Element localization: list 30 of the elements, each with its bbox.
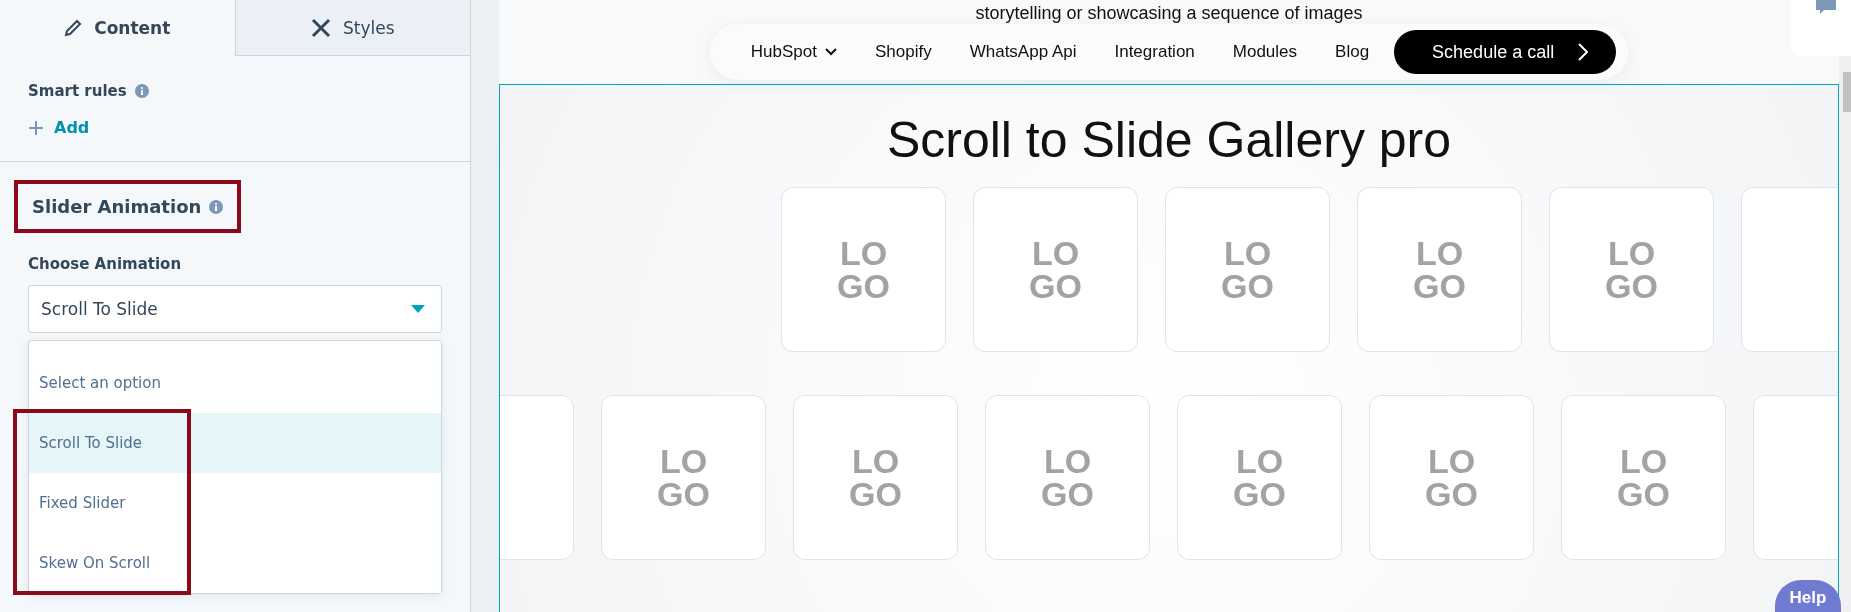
gallery-title: Scroll to Slide Gallery pro xyxy=(886,111,1452,169)
select-field[interactable]: Scroll To Slide xyxy=(28,285,442,333)
intro-text: storytelling or showcasing a sequence of images xyxy=(975,2,1363,24)
dropdown-option[interactable]: Fixed Slider xyxy=(29,473,441,533)
logo-text: LO GO xyxy=(1604,237,1659,302)
logo-text: LO GO xyxy=(1412,237,1467,302)
logo-text: LO GO xyxy=(1220,237,1275,302)
tab[interactable]: Styles xyxy=(234,0,470,56)
schedule-button[interactable]: Schedule a call xyxy=(1394,30,1617,74)
nav-link[interactable]: Shopify xyxy=(855,42,951,62)
logo-text: LO GO xyxy=(836,237,891,302)
nav-link[interactable]: Modules xyxy=(1213,42,1317,62)
section-label: Smart rules xyxy=(28,82,127,100)
logo-text: LO GO xyxy=(1040,445,1095,510)
logo-text: LO GO xyxy=(1424,445,1479,510)
dropdown-option[interactable]: Scroll To Slide xyxy=(29,413,441,473)
nav-link[interactable]: HubSpot xyxy=(731,42,856,62)
nav-link[interactable]: Integration xyxy=(1095,42,1214,62)
logo-text: LO GO xyxy=(848,445,903,510)
logo-text: LO GO xyxy=(1616,445,1671,510)
dropdown-option[interactable]: Select an option xyxy=(29,353,441,413)
dropdown-option[interactable]: Skew On Scroll xyxy=(29,533,441,593)
logo-text: LO GO xyxy=(1232,445,1287,510)
section-title: Slider Animation xyxy=(32,196,202,217)
field-label: Choose Animation xyxy=(28,255,183,273)
nav-link[interactable]: Blog xyxy=(1316,42,1389,62)
logo-text: LO GO xyxy=(1028,237,1083,302)
logo-text: LO GO xyxy=(656,445,711,510)
select-value: Scroll To Slide xyxy=(41,299,158,319)
nav-link[interactable]: WhatsApp Api xyxy=(950,42,1096,62)
